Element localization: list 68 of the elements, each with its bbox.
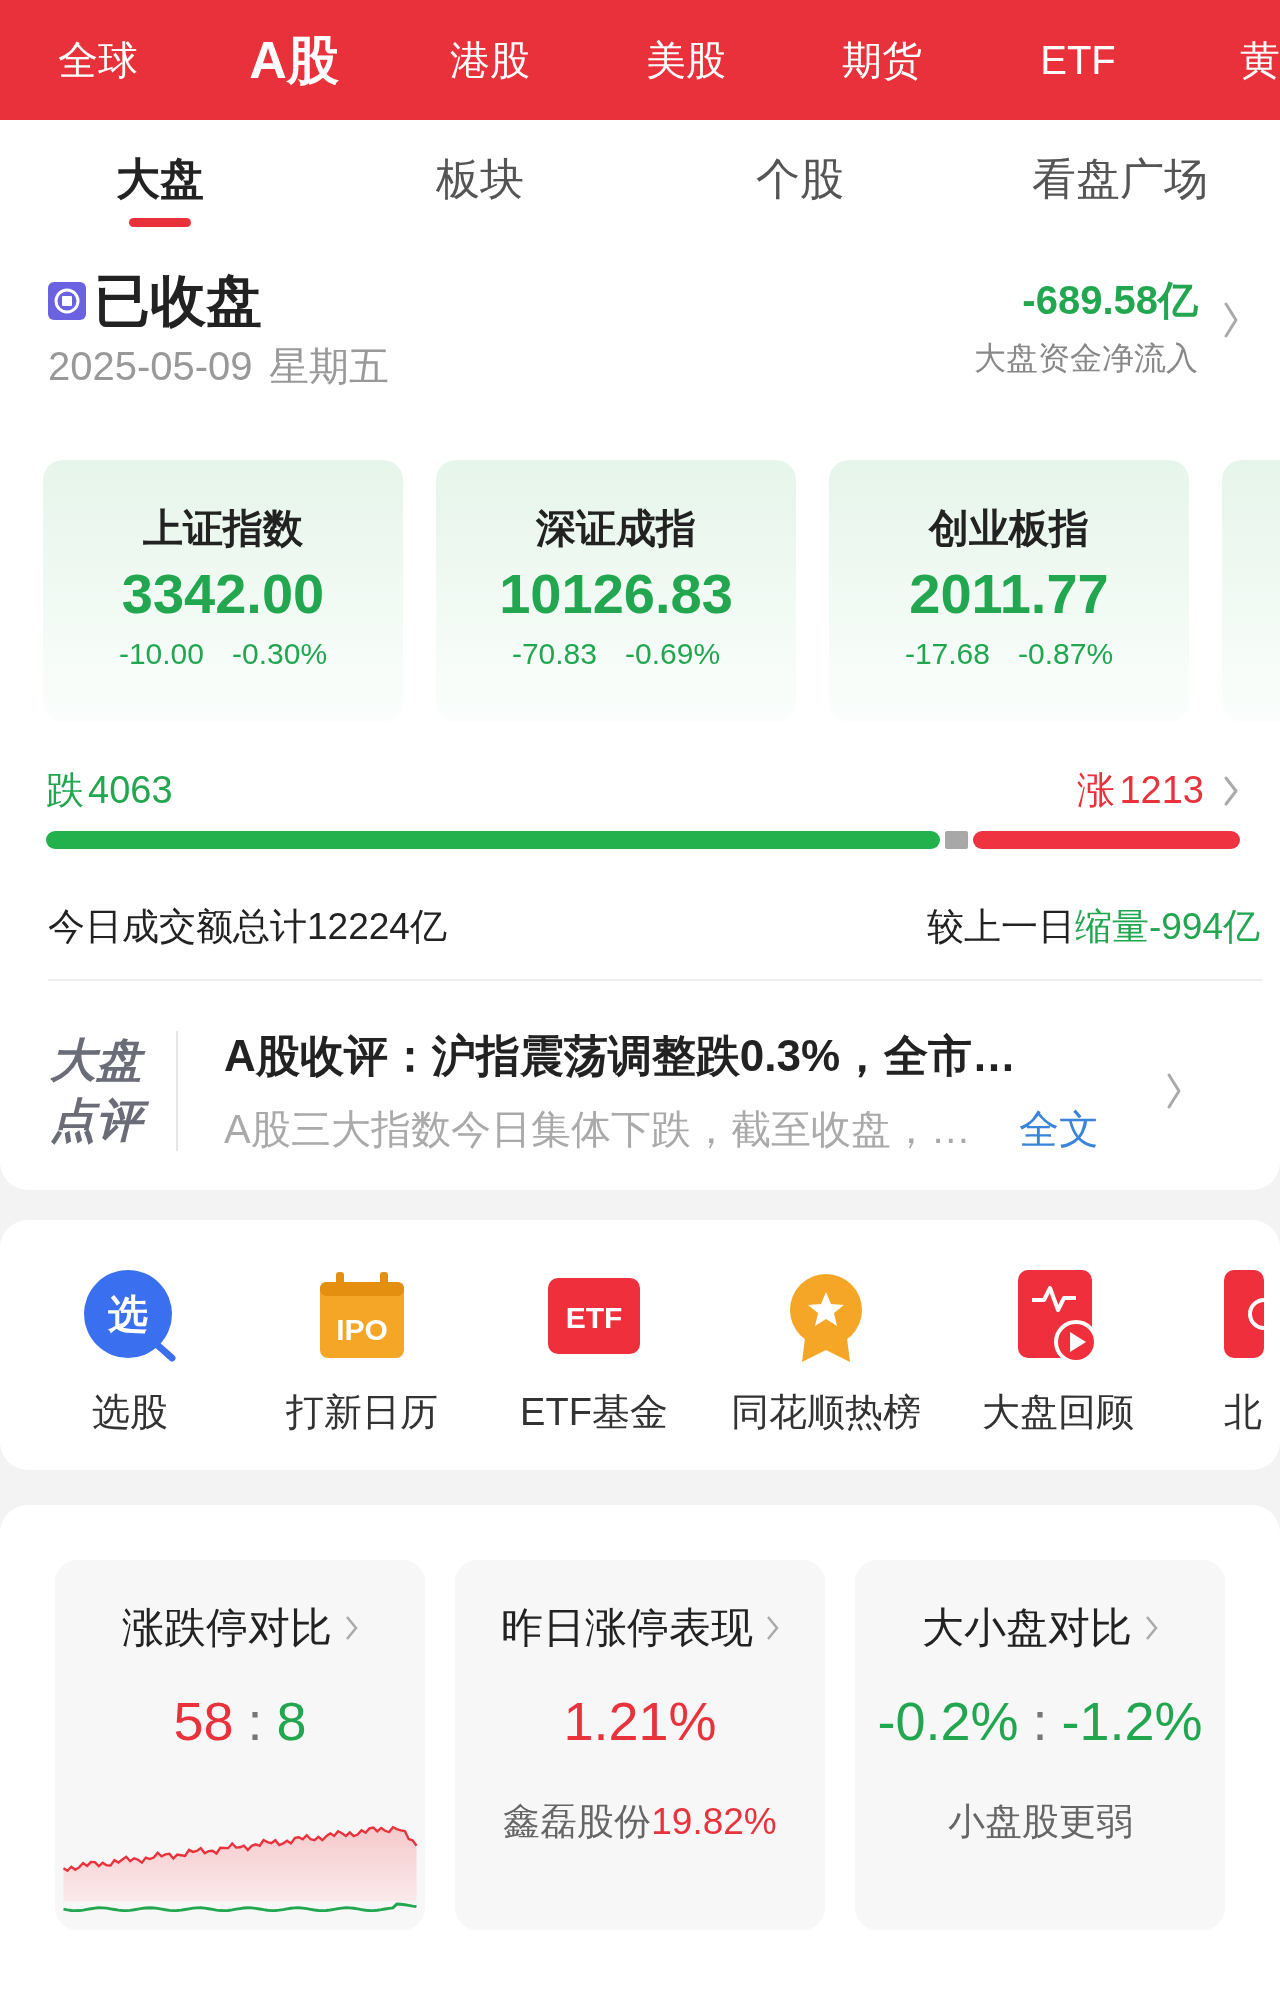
shortcut-item[interactable]: IPO 打新日历 [246,1270,478,1470]
market-status: 已收盘 [94,270,262,332]
index-value: 3342.00 [120,561,326,627]
summary-card[interactable]: 大小盘对比 -0.2% : -1.2% 小盘股更弱 [855,1560,1225,1930]
summary-title-link[interactable]: 昨日涨停表现 [500,1596,780,1659]
index-change: -17.68 [904,635,990,672]
sub-tab[interactable]: 大盘 [0,120,320,240]
weekday-text: 星期五 [268,342,389,390]
turnover-total: 今日成交额总计12224亿 [48,905,447,949]
rise-label: 涨 [1077,768,1116,813]
index-change-percent: -0.87% [1018,635,1114,672]
index-card[interactable]: 上证指数 3342.00 -10.00 -0.30% [43,460,403,722]
summary-value: 8 [276,1690,307,1753]
chevron-icon[interactable] [1222,300,1240,340]
summary-card[interactable]: 涨跌停对比 58 : 8 [55,1560,425,1930]
summary-note: 鑫磊股份 [503,1799,652,1844]
fall-label: 跌 [46,768,84,813]
summary-title-link[interactable]: 涨跌停对比 [121,1596,359,1659]
summary-value: 58 [173,1690,234,1753]
index-change: -70.83 [511,635,597,672]
shortcut-item[interactable]: 北 [1174,1270,1264,1470]
summary-note: 19.82% [651,1799,777,1844]
fall-count: 4063 [88,768,173,813]
market-tab[interactable]: A股 [196,28,392,92]
logo-text: 点评 [48,1091,150,1151]
net-flow-label: 大盘资金净流入 [974,339,1198,378]
news-summary: A股三大指数今日集体下跌，截至收盘，… [224,1106,971,1153]
index-name: 深证成指 [535,505,697,552]
market-tab[interactable]: ETF [980,36,1176,84]
breadth-bar-segment [944,831,969,849]
summary-note: 小盘股更弱 [947,1799,1133,1844]
index-change-percent: -0.30% [232,635,328,672]
date-text: 2025-05-09 [48,342,253,390]
shortcut-item[interactable]: ETF ETF基金 [478,1270,710,1470]
sub-tab[interactable]: 板块 [320,120,640,240]
index-name: 创业板指 [927,505,1090,552]
index-change: -10.00 [118,635,204,672]
market-tab[interactable]: 港股 [392,36,588,84]
index-card[interactable]: 深证成指 10126.83 -70.83 -0.69% [436,460,796,722]
summary-card[interactable]: 昨日涨停表现 1.21% 鑫磊股份19.82% [455,1560,825,1930]
index-card[interactable]: 创业板指 2011.77 -17.68 -0.87% [829,460,1189,722]
shortcut-item[interactable]: 选 选股 [14,1270,246,1470]
shortcut-item[interactable]: 大盘回顾 [942,1270,1174,1470]
market-tab[interactable]: 期货 [784,36,980,84]
summary-value: -1.2% [1061,1690,1203,1753]
shortcut-item[interactable]: 同花顺热榜 [710,1270,942,1470]
summary-value: -0.2% [877,1690,1019,1753]
index-change-percent: -0.69% [625,635,721,672]
summary-value: 1.21% [563,1690,717,1753]
status-icon [48,281,86,320]
logo-text: 大盘 [48,1031,150,1091]
compare-label: 较上一日 [926,905,1075,949]
full-text-link[interactable]: 全文 [1018,1099,1099,1159]
rise-count: 1213 [1119,768,1204,813]
market-tab[interactable]: 美股 [588,36,784,84]
market-tab[interactable]: 黄 [1176,36,1280,84]
index-value: 2011.77 [908,561,1110,627]
sub-tab[interactable]: 个股 [640,120,960,240]
sub-tab[interactable]: 看盘广场 [960,120,1280,240]
market-tab[interactable]: 全球 [0,36,196,84]
net-flow-value: -689.58亿 [1021,277,1198,324]
news-headline[interactable]: A股收评：沪指震荡调整跌0.3%，全市… [224,1023,1099,1089]
summary-value: : [247,1690,263,1753]
summary-value: : [1032,1690,1048,1753]
summary-title-link[interactable]: 大小盘对比 [921,1596,1159,1659]
index-value: 10126.83 [498,561,734,627]
compare-value: 缩量-994亿 [1074,905,1260,949]
index-name: 上证指数 [142,505,304,552]
